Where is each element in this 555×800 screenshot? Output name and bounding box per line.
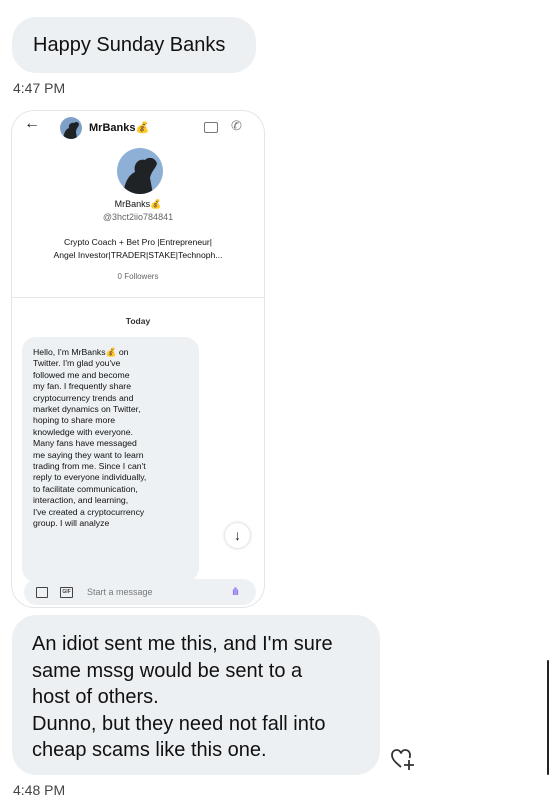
bio-line: Crypto Coach + Bet Pro |Entrepreneur| (63, 237, 212, 247)
profile-handle: @3hct2iio784841 (102, 212, 174, 222)
dm-line: Many fans have messaged (33, 438, 137, 449)
phone-icon[interactable]: ✆ (231, 118, 242, 134)
date-divider: Today (125, 316, 151, 326)
dm-line: Twitter. I'm glad you've (33, 358, 121, 369)
add-reaction-heart-icon[interactable] (390, 746, 416, 772)
dm-line: reply to everyone individually, (33, 472, 147, 483)
dm-line: knowledge with everyone. (33, 426, 133, 437)
dm-line: to facilitate communication, (33, 483, 138, 494)
dm-line: group. I will analyze (33, 518, 110, 529)
scroll-down-arrow-icon[interactable]: ↓ (225, 523, 250, 548)
dm-message-bubble[interactable]: Hello, I'm MrBanks💰 on Twitter. I'm glad… (22, 337, 199, 582)
dm-line: interaction, and learning, (33, 495, 129, 506)
dm-header: ← MrBanks💰 ✆ (12, 111, 264, 147)
gif-icon[interactable]: GIF (60, 587, 73, 598)
message-timestamp: 4:47 PM (13, 80, 66, 96)
message-input-placeholder[interactable]: Start a message (87, 587, 153, 597)
message-line: cheap scams like this one. (32, 739, 267, 761)
shared-screenshot-image[interactable]: ← MrBanks💰 ✆ MrBanks💰 @3hct2iio784841 Cr… (12, 111, 264, 607)
message-line: Dunno, but they need not fall into (32, 712, 326, 735)
dm-line: trading from me. Since I can't (33, 461, 146, 472)
message-timestamp: 4:48 PM (13, 782, 66, 798)
message-text: Happy Sunday Banks (33, 34, 226, 56)
divider (12, 297, 264, 298)
dm-line: cryptocurrency trends and (33, 392, 134, 403)
profile-bio: Crypto Coach + Bet Pro |Entrepreneur| An… (24, 236, 252, 262)
profile-avatar[interactable] (117, 148, 163, 194)
message-bubble-incoming[interactable]: An idiot sent me this, and I'm sure same… (12, 615, 380, 775)
message-bubble-incoming[interactable]: Happy Sunday Banks (12, 17, 256, 73)
message-composer[interactable]: GIF Start a message ıllı (24, 579, 256, 605)
message-line: same mssg would be sent to a (32, 659, 303, 682)
bio-line: Angel Investor|TRADER|STAKE|Technoph... (53, 250, 223, 260)
message-line: host of others. (32, 686, 159, 708)
followers-count: 0 Followers (117, 272, 159, 281)
message-line: An idiot sent me this, and I'm sure (32, 633, 333, 655)
profile-name: MrBanks💰 (114, 199, 162, 209)
dm-message-text: Hello, I'm MrBanks💰 on Twitter. I'm glad… (33, 347, 199, 530)
voice-message-icon[interactable]: ıllı (232, 587, 239, 598)
image-icon[interactable] (36, 587, 48, 598)
page-scrollbar[interactable] (547, 660, 549, 775)
back-arrow-icon[interactable]: ← (24, 115, 40, 133)
dm-line: followed me and become (33, 369, 130, 380)
contact-name: MrBanks💰 (89, 122, 150, 134)
dm-line: my fan. I frequently share (33, 381, 132, 392)
avatar[interactable] (60, 117, 82, 139)
dm-line: hoping to share more (33, 415, 116, 426)
dm-line: Hello, I'm MrBanks💰 on (33, 347, 129, 357)
dm-line: me saying they want to learn (33, 449, 144, 460)
dm-line: I've created a cryptocurrency (33, 506, 145, 517)
video-call-icon[interactable] (204, 122, 218, 133)
dm-line: market dynamics on Twitter, (33, 404, 141, 415)
